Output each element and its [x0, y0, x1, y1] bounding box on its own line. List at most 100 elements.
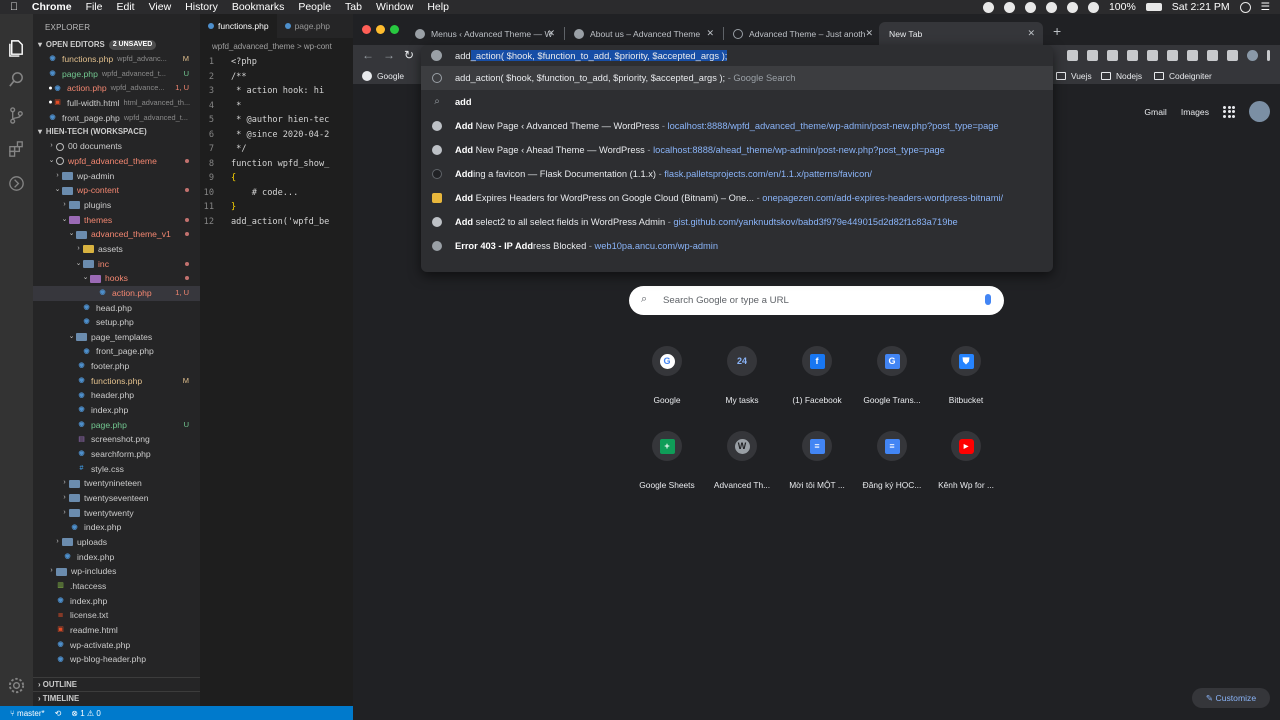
extension-pen-icon[interactable] [1107, 50, 1118, 61]
shortcut-tile[interactable]: ▶ Kênh Wp for ... [929, 431, 1003, 490]
problems-indicator[interactable]: ⊗ 1 ⚠ 0 [71, 709, 100, 718]
shortcut-tile[interactable]: f (1) Facebook [780, 346, 854, 405]
gmail-link[interactable]: Gmail [1144, 107, 1166, 117]
microphone-icon[interactable] [985, 294, 991, 305]
zoom-window-button[interactable] [390, 25, 399, 34]
breadcrumb[interactable]: wpfd_advanced_theme > wp-cont [200, 38, 353, 55]
battery-percent[interactable]: 100% [1109, 1, 1136, 13]
extension-calculator-icon[interactable] [1067, 50, 1078, 61]
tree-item[interactable]: ⌄ inc [33, 257, 200, 272]
menu-file[interactable]: File [86, 0, 103, 14]
browser-tab[interactable]: About us – Advanced Theme ✕ [564, 22, 722, 45]
open-editor-full-width[interactable]: ● ▣ full-width.html html_advanced_th... [33, 96, 200, 111]
shortcut-tile[interactable]: G Google Trans... [855, 346, 929, 405]
bookmark-folder-codeigniter[interactable]: Codeigniter [1154, 69, 1212, 83]
tree-item[interactable]: › plugins [33, 198, 200, 213]
shortcut-tile[interactable]: ≡ Mời tôi MỘT ... [780, 431, 854, 490]
app-menu[interactable]: Chrome [32, 0, 72, 14]
tree-item[interactable]: › assets [33, 242, 200, 257]
shortcut-tile[interactable]: + Google Sheets [630, 431, 704, 490]
ntp-search-box[interactable]: ⌕ Search Google or type a URL [629, 286, 1004, 315]
tree-item[interactable]: › twentyseventeen [33, 491, 200, 506]
tree-item[interactable]: ◉ index.php [33, 520, 200, 535]
tree-item[interactable]: ⌄ wp-content [33, 183, 200, 198]
open-editor-front-page[interactable]: ◉ front_page.php wpfd_advanced_t... [33, 111, 200, 126]
extension-image-icon[interactable] [1087, 50, 1098, 61]
extension-tool-icon[interactable] [1167, 50, 1178, 61]
menu-bookmarks[interactable]: Bookmarks [232, 0, 285, 14]
workspace-header[interactable]: ▾ HIEN-TECH (WORKSPACE) [33, 125, 200, 139]
search-icon[interactable] [7, 70, 26, 89]
apple-menu-icon[interactable]:  [10, 0, 18, 14]
close-window-button[interactable] [362, 25, 371, 34]
tree-item[interactable]: › uploads [33, 535, 200, 550]
open-editor-functions[interactable]: ◉ functions.php wpfd_advanc... M [33, 52, 200, 67]
status-shield-icon[interactable] [1045, 1, 1057, 13]
menu-edit[interactable]: Edit [116, 0, 134, 14]
status-bluetooth-icon[interactable] [1066, 1, 1078, 13]
outline-panel-header[interactable]: › OUTLINE [33, 677, 200, 691]
code-area[interactable]: 1 <?php 2 /** 3 * action hook: hi 4 * 5 * … [200, 55, 353, 229]
tree-item[interactable]: › twentynineteen [33, 476, 200, 491]
menu-window[interactable]: Window [376, 0, 413, 14]
omnibox-suggestion[interactable]: Add select2 to all select fields in Word… [421, 210, 1053, 234]
tree-item[interactable]: › twentytwenty [33, 506, 200, 521]
shortcut-tile[interactable]: ≡ Đăng ký HỌC... [855, 431, 929, 490]
sync-icon[interactable]: ⟲ [55, 709, 62, 718]
extension-window-icon[interactable] [1147, 50, 1158, 61]
wifi-icon[interactable] [1087, 1, 1099, 13]
timeline-panel-header[interactable]: › TIMELINE [33, 691, 200, 705]
omnibox-input[interactable]: add_action( $hook, $function_to_add, $pr… [421, 45, 1053, 66]
omnibox-suggestion[interactable]: Adding a favicon — Flask Documentation (… [421, 162, 1053, 186]
tree-item[interactable]: ◉ index.php [33, 594, 200, 609]
tree-item[interactable]: › 00 documents [33, 139, 200, 154]
status-cloud-icon[interactable] [1024, 1, 1036, 13]
tree-item[interactable]: ⌄ page_templates [33, 330, 200, 345]
menu-history[interactable]: History [185, 0, 218, 14]
remote-explorer-icon[interactable] [7, 174, 26, 193]
profile-avatar-icon[interactable] [1247, 50, 1258, 61]
tab-page-php[interactable]: page.php [277, 14, 338, 38]
new-tab-button[interactable]: + [1053, 24, 1061, 38]
extension-shield-icon[interactable] [1207, 50, 1218, 61]
tree-item[interactable]: ⌄ advanced_theme_v1 [33, 227, 200, 242]
tree-item[interactable]: › wp-admin [33, 169, 200, 184]
tree-item[interactable]: › wp-includes [33, 564, 200, 579]
reload-icon[interactable]: ↻ [404, 48, 414, 62]
omnibox-suggestion[interactable]: Error 403 - IP Address Blocked - web10pa… [421, 234, 1053, 258]
battery-icon[interactable] [1145, 3, 1162, 11]
tree-item[interactable]: ◉ front_page.php [33, 344, 200, 359]
minimize-window-button[interactable] [376, 25, 385, 34]
explorer-icon[interactable] [7, 38, 26, 57]
bookmark-google[interactable]: Google [362, 69, 404, 83]
tree-item[interactable]: ≣ license.txt [33, 608, 200, 623]
tree-item[interactable]: ◉ wp-activate.php [33, 638, 200, 653]
omnibox-suggestion[interactable]: Add Expires Headers for WordPress on Goo… [421, 186, 1053, 210]
images-link[interactable]: Images [1181, 107, 1209, 117]
tree-item[interactable]: ◉ setup.php [33, 315, 200, 330]
omnibox-suggestion[interactable]: Add New Page ‹ Advanced Theme — WordPres… [421, 114, 1053, 138]
menu-people[interactable]: People [298, 0, 331, 14]
tree-item[interactable]: ⌄ themes [33, 213, 200, 228]
source-control-icon[interactable] [7, 106, 26, 125]
extensions-icon[interactable] [7, 140, 26, 159]
tree-item[interactable]: ◉ wp-blog-header.php [33, 652, 200, 667]
tree-item[interactable]: ▣ readme.html [33, 623, 200, 638]
menubar-clock[interactable]: Sat 2:21 PM [1172, 1, 1230, 13]
tree-item[interactable]: ◉ searchform.php [33, 447, 200, 462]
tree-item[interactable]: ◉ head.php [33, 301, 200, 316]
tree-item[interactable]: # style.css [33, 462, 200, 477]
customize-button[interactable]: ✎ Customize [1192, 688, 1270, 708]
tree-item[interactable]: ▤ screenshot.png [33, 432, 200, 447]
spotlight-icon[interactable] [1239, 1, 1251, 13]
settings-gear-icon[interactable] [7, 676, 26, 695]
notification-center-icon[interactable]: ☰ [1261, 1, 1270, 13]
menu-help[interactable]: Help [427, 0, 449, 14]
extension-code-icon[interactable] [1127, 50, 1138, 61]
shortcut-tile[interactable]: W Advanced Th... [705, 431, 779, 490]
browser-tab[interactable]: Menus ‹ Advanced Theme — W ✕ [405, 22, 563, 45]
extension-camera-icon[interactable] [1227, 50, 1238, 61]
tree-item[interactable]: ◉ header.php [33, 388, 200, 403]
menu-tab[interactable]: Tab [345, 0, 362, 14]
shortcut-tile[interactable]: G Google [630, 346, 704, 405]
